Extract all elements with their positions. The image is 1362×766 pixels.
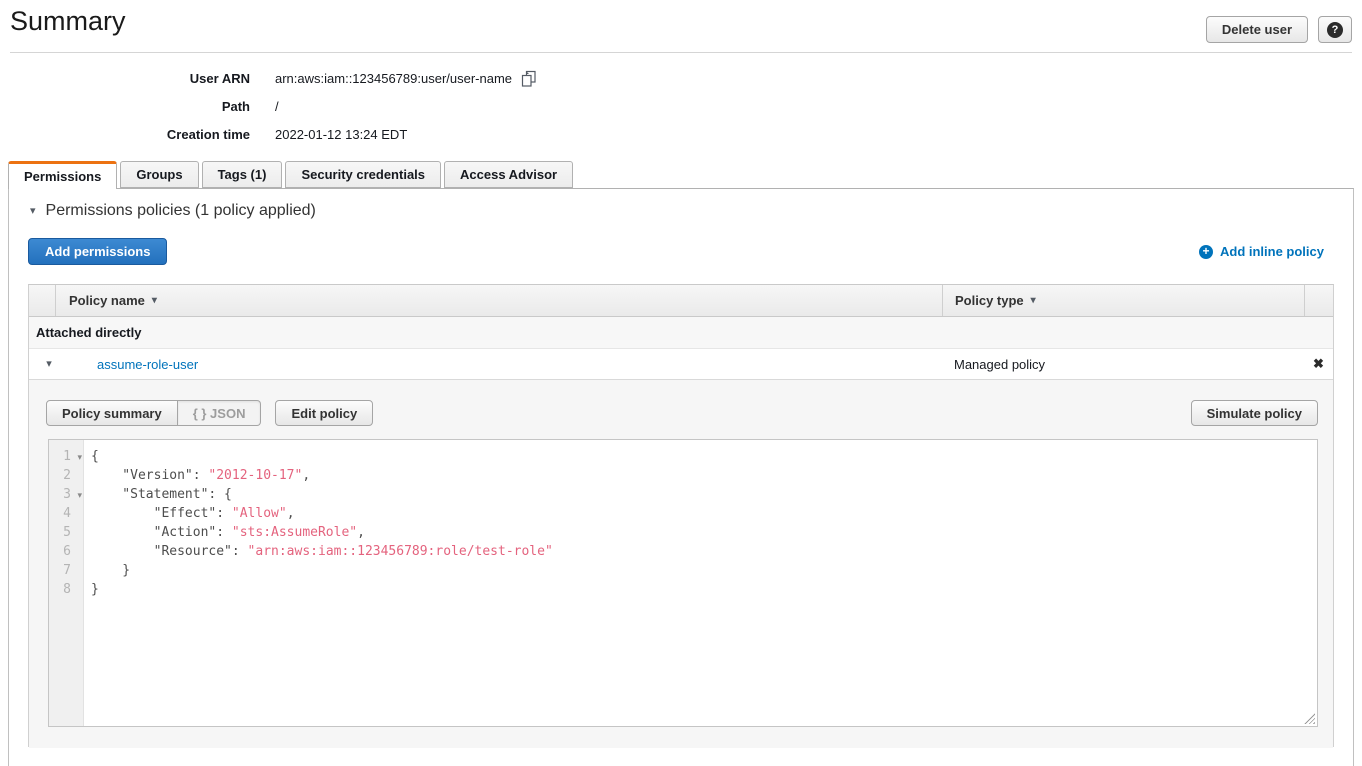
tab-permissions[interactable]: Permissions: [8, 161, 117, 189]
group-row-label: Attached directly: [36, 325, 141, 340]
tab-access-advisor[interactable]: Access Advisor: [444, 161, 573, 188]
fold-caret-icon[interactable]: ▾: [77, 486, 82, 505]
permissions-tab-panel: ▾ Permissions policies (1 policy applied…: [8, 188, 1354, 766]
code-line: {: [91, 447, 1317, 466]
tab-bar: Permissions Groups Tags (1) Security cre…: [8, 161, 576, 189]
editor-code-area: { "Version": "2012-10-17", "Statement": …: [84, 440, 1317, 726]
gutter-line-number: 2: [49, 466, 83, 485]
delete-user-button[interactable]: Delete user: [1206, 16, 1308, 43]
fold-caret-icon[interactable]: ▾: [77, 448, 82, 467]
gutter-line-number: 4: [49, 504, 83, 523]
tab-security-credentials[interactable]: Security credentials: [285, 161, 441, 188]
json-view-button[interactable]: { } JSON: [178, 400, 262, 426]
sort-caret-icon: ▾: [1031, 295, 1036, 306]
policy-type-cell: Managed policy: [942, 357, 1304, 372]
actions-column-header: [1304, 285, 1333, 316]
policy-type-column-header[interactable]: Policy type ▾: [942, 285, 1304, 316]
json-code-editor[interactable]: 1▾23▾45678 { "Version": "2012-10-17", "S…: [48, 439, 1318, 727]
simulate-policy-button[interactable]: Simulate policy: [1191, 400, 1318, 426]
policy-summary-button[interactable]: Policy summary: [46, 400, 178, 426]
code-line: "Resource": "arn:aws:iam::123456789:role…: [91, 542, 1317, 561]
policy-name-column-header[interactable]: Policy name ▾: [56, 285, 942, 316]
attached-directly-group-row: Attached directly: [29, 317, 1333, 349]
iam-user-summary-page: Summary Delete user ? User ARN arn:aws:i…: [0, 0, 1362, 766]
gutter-line-number: 6: [49, 542, 83, 561]
code-line: "Statement": {: [91, 485, 1317, 504]
gutter-line-number: 5: [49, 523, 83, 542]
creation-time-label: Creation time: [0, 127, 250, 142]
policy-name-header-label: Policy name: [69, 293, 145, 308]
gutter-line-number: 8: [49, 580, 83, 599]
tab-groups[interactable]: Groups: [120, 161, 198, 188]
creation-time-value: 2022-01-12 13:24 EDT: [275, 127, 407, 142]
section-title: Permissions policies (1 policy applied): [46, 202, 316, 220]
sort-caret-icon: ▾: [152, 295, 157, 306]
section-collapse-caret-icon: ▾: [30, 206, 36, 217]
plus-circle-icon: +: [1199, 245, 1213, 259]
detail-row-creation-time: Creation time 2022-01-12 13:24 EDT: [0, 120, 537, 148]
copy-icon[interactable]: [521, 70, 537, 87]
header-actions: Delete user ?: [1206, 16, 1352, 43]
code-line: }: [91, 580, 1317, 599]
policy-name-link[interactable]: assume-role-user: [97, 357, 198, 372]
policy-table-header: Policy name ▾ Policy type ▾: [29, 285, 1333, 317]
code-line: "Version": "2012-10-17",: [91, 466, 1317, 485]
expand-column-header: [29, 285, 56, 316]
user-arn-label: User ARN: [0, 71, 250, 86]
header-divider: [10, 52, 1352, 53]
code-line: }: [91, 561, 1317, 580]
permissions-policies-section-header[interactable]: ▾ Permissions policies (1 policy applied…: [30, 202, 316, 220]
expand-caret-icon: ▾: [46, 359, 52, 370]
detail-row-path: Path /: [0, 92, 537, 120]
page-title: Summary: [10, 6, 126, 37]
path-value: /: [275, 99, 279, 114]
user-arn-value: arn:aws:iam::123456789:user/user-name: [275, 71, 512, 86]
help-icon: ?: [1327, 22, 1343, 38]
editor-gutter: 1▾23▾45678: [49, 440, 84, 726]
code-line: "Effect": "Allow",: [91, 504, 1317, 523]
remove-policy-button[interactable]: ✖: [1304, 356, 1333, 372]
gutter-line-number: 7: [49, 561, 83, 580]
help-button[interactable]: ?: [1318, 16, 1352, 43]
row-expand-caret[interactable]: ▾: [29, 359, 69, 370]
code-line: "Action": "sts:AssumeRole",: [91, 523, 1317, 542]
path-label: Path: [0, 99, 250, 114]
policy-detail-panel: Policy summary { } JSON Edit policy Simu…: [29, 380, 1333, 748]
detail-row-user-arn: User ARN arn:aws:iam::123456789:user/use…: [0, 64, 537, 92]
tab-tags[interactable]: Tags (1): [202, 161, 283, 188]
policy-view-buttons: Policy summary { } JSON Edit policy: [46, 400, 373, 426]
gutter-line-number: 1▾: [49, 447, 83, 466]
add-permissions-button[interactable]: Add permissions: [28, 238, 167, 265]
view-toggle-group: Policy summary { } JSON: [46, 400, 261, 426]
policy-table-row: ▾ assume-role-user Managed policy ✖: [29, 349, 1333, 380]
policy-table: Policy name ▾ Policy type ▾ Attached dir…: [28, 284, 1334, 747]
user-details: User ARN arn:aws:iam::123456789:user/use…: [0, 64, 537, 148]
edit-policy-button[interactable]: Edit policy: [275, 400, 373, 426]
add-inline-policy-link[interactable]: + Add inline policy: [1199, 244, 1324, 259]
policy-type-header-label: Policy type: [955, 293, 1024, 308]
gutter-line-number: 3▾: [49, 485, 83, 504]
add-inline-policy-label: Add inline policy: [1220, 244, 1324, 259]
